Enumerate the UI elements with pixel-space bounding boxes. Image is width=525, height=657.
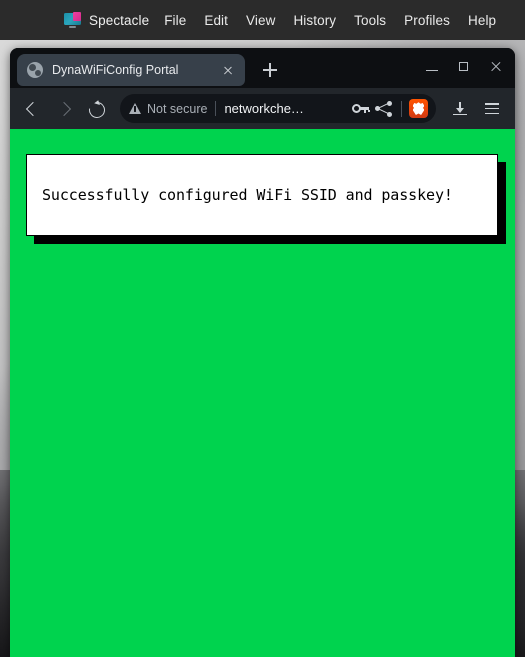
plus-icon[interactable] bbox=[256, 56, 284, 84]
success-message-text: Successfully configured WiFi SSID and pa… bbox=[42, 186, 453, 204]
hamburger-menu-icon[interactable] bbox=[477, 95, 507, 123]
page-viewport: Successfully configured WiFi SSID and pa… bbox=[10, 129, 515, 657]
maximize-icon[interactable] bbox=[449, 53, 479, 81]
brave-lion-icon[interactable] bbox=[409, 99, 428, 118]
menu-item-edit[interactable]: Edit bbox=[195, 10, 237, 31]
menu-item-view[interactable]: View bbox=[237, 10, 284, 31]
spectacle-screenshot-icon bbox=[64, 11, 81, 28]
success-message-box: Successfully configured WiFi SSID and pa… bbox=[26, 154, 498, 236]
screen: Spectacle File Edit View History Tools P… bbox=[0, 0, 525, 657]
divider bbox=[215, 101, 217, 116]
globe-icon bbox=[27, 62, 43, 78]
key-icon[interactable] bbox=[352, 101, 370, 116]
tab-strip: DynaWiFiConfig Portal bbox=[10, 48, 515, 88]
browser-window: DynaWiFiConfig Portal Not secure network… bbox=[10, 48, 515, 657]
close-icon[interactable] bbox=[219, 61, 237, 79]
address-bar[interactable]: Not secure networkche… bbox=[120, 94, 436, 123]
security-status-label: Not secure bbox=[147, 101, 208, 116]
url-text[interactable]: networkche… bbox=[224, 101, 346, 116]
reload-icon[interactable] bbox=[82, 95, 110, 123]
window-controls bbox=[417, 53, 511, 81]
warning-triangle-icon bbox=[129, 103, 141, 114]
minimize-icon[interactable] bbox=[417, 53, 447, 81]
menu-item-help[interactable]: Help bbox=[459, 10, 505, 31]
divider bbox=[401, 100, 402, 117]
application-name: Spectacle bbox=[89, 12, 150, 28]
message-box-container: Successfully configured WiFi SSID and pa… bbox=[26, 154, 506, 244]
menu-item-history[interactable]: History bbox=[284, 10, 345, 31]
chevron-right-icon[interactable] bbox=[50, 95, 78, 123]
close-icon[interactable] bbox=[481, 53, 511, 81]
browser-toolbar: Not secure networkche… bbox=[10, 88, 515, 129]
menu-item-profiles[interactable]: Profiles bbox=[395, 10, 459, 31]
menu-item-tools[interactable]: Tools bbox=[345, 10, 395, 31]
tab-title: DynaWiFiConfig Portal bbox=[52, 63, 179, 77]
global-menu-bar: Spectacle File Edit View History Tools P… bbox=[0, 0, 525, 40]
tab-dynawificonfig-portal[interactable]: DynaWiFiConfig Portal bbox=[17, 54, 245, 86]
menu-item-file[interactable]: File bbox=[155, 10, 195, 31]
chevron-left-icon[interactable] bbox=[18, 95, 46, 123]
download-icon[interactable] bbox=[445, 95, 475, 123]
active-application-badge: Spectacle bbox=[64, 11, 150, 28]
share-icon[interactable] bbox=[375, 100, 392, 117]
